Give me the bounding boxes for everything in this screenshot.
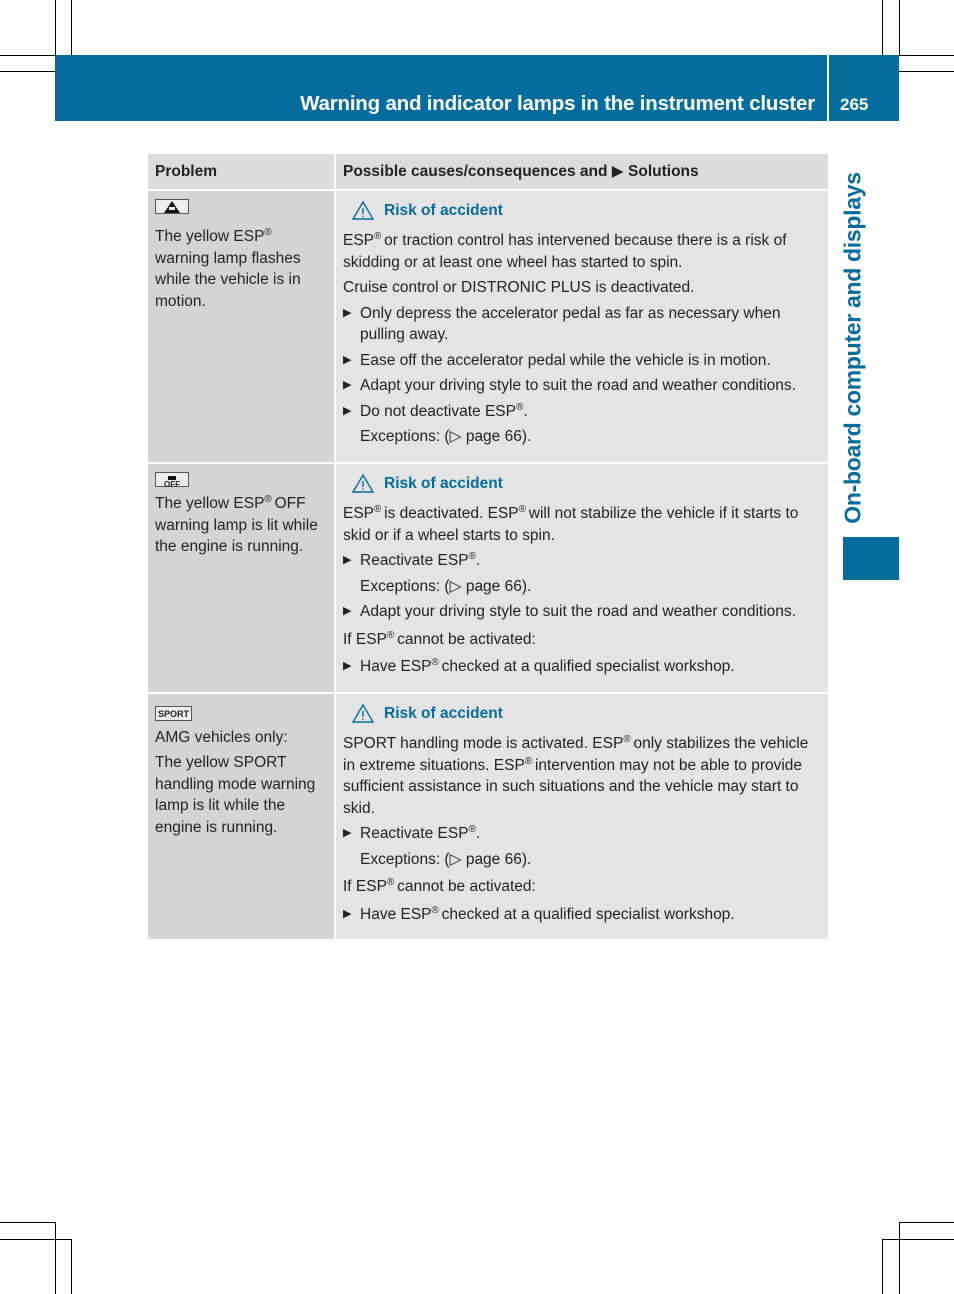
- solution-step: ▶ Do not deactivate ESP®.: [343, 401, 821, 423]
- crop-mark: [0, 1239, 71, 1240]
- crop-mark: [55, 0, 56, 55]
- problem-text: The yellow ESP® warning lamp flashes whi…: [155, 226, 301, 310]
- solution-cell: Risk of accident ESP® is deactivated. ES…: [335, 462, 828, 694]
- solution-cell: Risk of accident ESP® or traction contro…: [335, 189, 828, 464]
- page-number: 265: [840, 95, 869, 114]
- problem-text: The yellow ESP® OFF warning lamp is lit …: [155, 493, 318, 555]
- page-number-box: 265: [829, 55, 899, 121]
- solution-step: ▶ Reactivate ESP®.: [343, 550, 821, 572]
- crop-mark: [71, 0, 72, 55]
- condition-text: If ESP® cannot be activated:: [343, 629, 536, 648]
- crop-mark: [899, 1222, 900, 1294]
- solution-step: ▶ Ease off the accelerator pedal while th…: [343, 350, 821, 372]
- crop-mark: [899, 71, 954, 72]
- column-header-problem: Problem: [148, 154, 336, 191]
- section-title: Warning and indicator lamps in the instr…: [300, 92, 815, 115]
- cause-text: ESP® or traction control has intervened …: [343, 230, 787, 271]
- solution-step: ▶ Have ESP® checked at a qualified specia…: [343, 904, 821, 926]
- cause-text: ESP® is deactivated. ESP® will not stabi…: [343, 503, 799, 544]
- table-row: SPORT AMG vehicles only: The yellow SPOR…: [148, 692, 828, 939]
- crop-mark: [0, 1222, 55, 1223]
- crop-mark: [882, 1239, 883, 1294]
- section-header: Warning and indicator lamps in the instr…: [55, 55, 827, 121]
- warning-triangle-icon: [352, 200, 374, 220]
- bullet-arrow-icon: ▶: [343, 306, 352, 319]
- page-reference-link[interactable]: Exceptions: (▷ page 66).: [343, 426, 821, 448]
- bullet-arrow-icon: ▶: [343, 605, 352, 617]
- table-row: The yellow ESP® warning lamp flashes whi…: [148, 189, 828, 464]
- solution-step: ▶ Only depress the accelerator pedal as f…: [343, 304, 781, 344]
- condition-text: If ESP® cannot be activated:: [343, 876, 536, 895]
- table-header-row: Problem Possible causes/consequences and…: [148, 154, 828, 191]
- crop-mark: [882, 1239, 954, 1240]
- chapter-tab: On-board computer and displays: [838, 170, 868, 526]
- solution-step: ▶ Have ESP® checked at a qualified specia…: [343, 656, 821, 678]
- crop-mark: [882, 0, 883, 55]
- solution-arrow-icon: ▶: [611, 163, 624, 180]
- esp-warning-lamp-icon: [155, 198, 189, 214]
- cause-text: SPORT handling mode is activated. ESP® o…: [343, 733, 809, 817]
- esp-off-lamp-icon: OFF: [155, 471, 189, 488]
- bullet-arrow-icon: ▶: [343, 404, 352, 417]
- chapter-tab-label: On-board computer and displays: [839, 172, 866, 524]
- warning-lamps-table: Problem Possible causes/consequences and…: [148, 154, 828, 939]
- crop-mark: [0, 71, 55, 72]
- crop-mark: [899, 0, 900, 55]
- problem-note: AMG vehicles only:: [155, 728, 288, 746]
- problem-cell: SPORT AMG vehicles only: The yellow SPOR…: [148, 692, 336, 939]
- consequence-text: Cruise control or DISTRONIC PLUS is deac…: [343, 279, 695, 296]
- column-header-solutions: Possible causes/consequences and ▶ Solut…: [335, 154, 828, 191]
- problem-cell: OFF The yellow ESP® OFF warning lamp is …: [148, 462, 336, 694]
- warning-heading: Risk of accident: [343, 200, 821, 222]
- page-reference-link[interactable]: Exceptions: (▷ page 66).: [343, 576, 821, 598]
- crop-mark: [55, 1222, 56, 1294]
- solution-step: ▶ Reactivate ESP®.: [343, 823, 821, 845]
- solution-cell: Risk of accident SPORT handling mode is …: [335, 692, 828, 939]
- solution-step: ▶ Adapt your driving style to suit the ro…: [343, 601, 821, 623]
- problem-cell: The yellow ESP® warning lamp flashes whi…: [148, 189, 336, 464]
- crop-mark: [899, 55, 954, 56]
- problem-text: The yellow SPORT handling mode warning l…: [155, 754, 316, 836]
- warning-triangle-icon: [352, 473, 374, 493]
- chapter-tab-marker: [843, 537, 899, 580]
- bullet-arrow-icon: ▶: [343, 907, 352, 920]
- bullet-arrow-icon: ▶: [343, 660, 352, 672]
- bullet-arrow-icon: ▶: [343, 554, 352, 566]
- sport-lamp-icon: SPORT: [155, 705, 193, 721]
- page-reference-link[interactable]: Exceptions: (▷ page 66).: [343, 849, 821, 871]
- bullet-arrow-icon: ▶: [343, 379, 352, 391]
- crop-mark: [0, 55, 55, 56]
- table-row: OFF The yellow ESP® OFF warning lamp is …: [148, 462, 828, 694]
- bullet-arrow-icon: ▶: [343, 827, 352, 839]
- warning-heading: Risk of accident: [343, 703, 821, 725]
- crop-mark: [71, 1239, 72, 1294]
- bullet-arrow-icon: ▶: [343, 353, 352, 366]
- crop-mark: [899, 1222, 954, 1223]
- warning-heading: Risk of accident: [343, 473, 821, 495]
- warning-triangle-icon: [352, 703, 374, 723]
- solution-step: ▶ Adapt your driving style to suit the ro…: [343, 375, 821, 397]
